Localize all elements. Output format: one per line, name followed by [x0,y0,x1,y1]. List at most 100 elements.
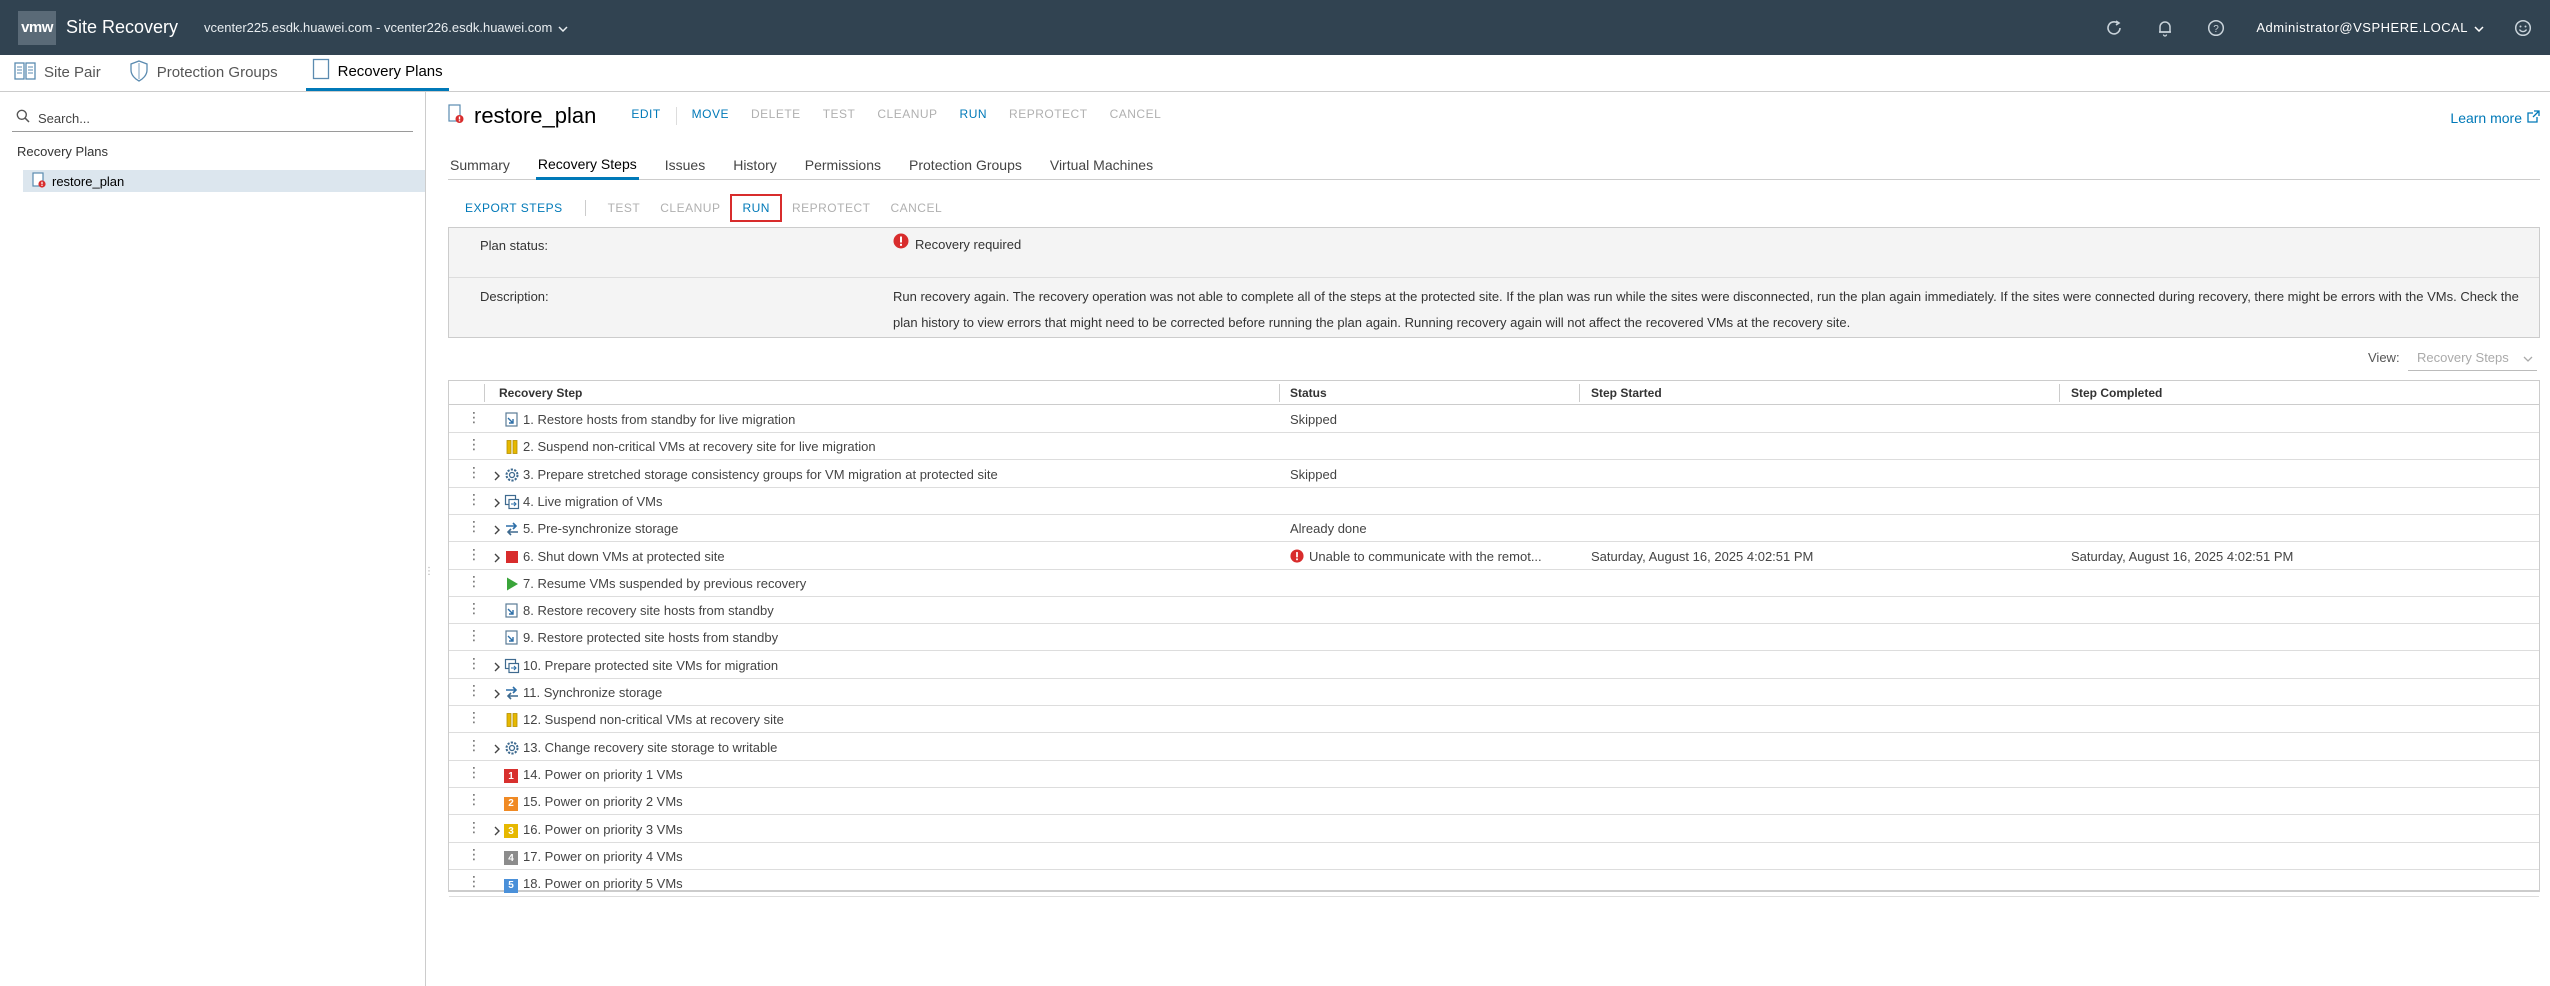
table-row[interactable]: ⋮ 13. Change recovery site storage to wri… [449,734,2539,761]
learn-more-link[interactable]: Learn more [2450,110,2540,126]
column-header-step-completed[interactable]: Step Completed [2071,381,2162,405]
reprotect-button[interactable]: REPROTECT [998,107,1099,125]
vcenter-pair-selector[interactable]: vcenter225.esdk.huawei.com - vcenter226.… [204,20,568,35]
table-row[interactable]: ⋮ 6. Shut down VMs at protected site Unabl… [449,543,2539,570]
table-row[interactable]: ⋮ 7. Resume VMs suspended by previous rec… [449,570,2539,597]
divider [1279,384,1280,402]
export-steps-button[interactable]: EXPORT STEPS [455,194,573,222]
tab-protection-groups[interactable]: Protection Groups [123,54,284,91]
user-menu[interactable]: Administrator@VSPHERE.LOCAL [2256,20,2484,35]
row-actions-menu-icon[interactable]: ⋮ [467,600,481,617]
tab-issues[interactable]: Issues [663,150,707,180]
row-actions-menu-icon[interactable]: ⋮ [467,518,481,535]
search-box [12,106,413,132]
tab-protection-groups[interactable]: Protection Groups [907,150,1024,180]
table-row[interactable]: ⋮ 5. Pre-synchronize storage Already done [449,515,2539,543]
delete-button[interactable]: DELETE [740,107,812,125]
tab-recovery-steps[interactable]: Recovery Steps [535,150,639,180]
row-actions-menu-icon[interactable]: ⋮ [467,709,481,726]
cleanup-button[interactable]: CLEANUP [866,107,948,125]
row-actions-menu-icon[interactable]: ⋮ [467,873,481,890]
table-row[interactable]: ⋮ 11. Synchronize storage [449,679,2539,706]
tab-summary[interactable]: Summary [448,150,512,180]
row-actions-menu-icon[interactable]: ⋮ [467,409,481,426]
expand-chevron-icon[interactable] [493,742,501,758]
bell-icon[interactable] [2154,17,2176,39]
test-button[interactable]: TEST [598,194,651,222]
column-header-step-started[interactable]: Step Started [1591,381,1662,405]
row-actions-menu-icon[interactable]: ⋮ [467,546,481,563]
step-name: 15. Power on priority 2 VMs [523,794,683,810]
tab-site-pair[interactable]: Site Pair [8,54,107,91]
row-actions-menu-icon[interactable]: ⋮ [467,737,481,754]
run-button[interactable]: RUN [949,107,999,125]
row-actions-menu-icon[interactable]: ⋮ [467,791,481,808]
vm-migrate-icon [504,494,520,510]
row-actions-menu-icon[interactable]: ⋮ [467,682,481,699]
expand-chevron-icon[interactable] [493,523,501,539]
table-row[interactable]: ⋮ 10. Prepare protected site VMs for migr… [449,652,2539,679]
expand-chevron-icon[interactable] [493,496,501,512]
play-icon [504,576,520,592]
table-row[interactable]: ⋮ 3 16. Power on priority 3 VMs [449,816,2539,843]
row-actions-menu-icon[interactable]: ⋮ [467,655,481,672]
panel-splitter[interactable]: ⋮ [424,560,434,582]
row-actions-menu-icon[interactable]: ⋮ [467,764,481,781]
step-name: 3. Prepare stretched storage consistency… [523,466,998,482]
row-actions-menu-icon[interactable]: ⋮ [467,627,481,644]
table-row[interactable]: ⋮ 9. Restore protected site hosts from st… [449,624,2539,652]
table-row[interactable]: ⋮ 1 14. Power on priority 1 VMs [449,761,2539,788]
expand-chevron-icon[interactable] [493,660,501,676]
row-actions-menu-icon[interactable]: ⋮ [467,464,481,481]
table-row[interactable]: ⋮ 4 17. Power on priority 4 VMs [449,843,2539,870]
expand-chevron-icon[interactable] [493,551,501,567]
expand-chevron-icon[interactable] [493,687,501,703]
column-header-recovery-step[interactable]: Recovery Step [499,381,582,405]
tree-item-restore-plan[interactable]: restore_plan [23,170,425,192]
table-row[interactable]: ⋮ 2. Suspend non-critical VMs at recovery… [449,433,2539,461]
cancel-button[interactable]: CANCEL [880,194,952,222]
test-button[interactable]: TEST [812,107,867,125]
table-row[interactable]: ⋮ 4. Live migration of VMs [449,488,2539,515]
cancel-button[interactable]: CANCEL [1099,107,1173,125]
row-actions-menu-icon[interactable]: ⋮ [467,491,481,508]
divider [2059,384,2060,402]
priority-number: 1 [504,769,518,784]
tab-history[interactable]: History [731,150,779,180]
row-actions-menu-icon[interactable]: ⋮ [467,573,481,590]
cleanup-button[interactable]: CLEANUP [650,194,730,222]
step-name: 14. Power on priority 1 VMs [523,766,683,782]
move-button[interactable]: MOVE [681,107,740,125]
table-row[interactable]: ⋮ 12. Suspend non-critical VMs at recover… [449,706,2539,734]
smiley-feedback-icon[interactable] [2512,17,2534,39]
table-row[interactable]: ⋮ 2 15. Power on priority 2 VMs [449,788,2539,816]
table-row[interactable]: ⋮ 1. Restore hosts from standby for live … [449,406,2539,433]
table-row[interactable]: ⋮ 5 18. Power on priority 5 VMs [449,870,2539,898]
row-actions-menu-icon[interactable]: ⋮ [467,846,481,863]
step-started: Saturday, August 16, 2025 4:02:51 PM [1591,548,1814,564]
run-button[interactable]: RUN [730,194,782,222]
expand-chevron-icon[interactable] [493,824,501,840]
step-name: 10. Prepare protected site VMs for migra… [523,657,779,673]
edit-button[interactable]: EDIT [620,107,671,125]
plan-header: restore_plan EDIT MOVE DELETE TEST CLEAN… [448,103,1172,129]
row-actions-menu-icon[interactable]: ⋮ [467,819,481,836]
refresh-icon[interactable] [2103,17,2125,39]
tab-recovery-plans[interactable]: Recovery Plans [305,54,449,91]
table-row[interactable]: ⋮ 8. Restore recovery site hosts from sta… [449,597,2539,625]
tab-permissions[interactable]: Permissions [803,150,883,180]
column-header-status[interactable]: Status [1290,381,1327,405]
row-actions-menu-icon[interactable]: ⋮ [467,436,481,453]
view-select[interactable]: Recovery Steps [2408,345,2537,371]
step-status: Skipped [1290,406,1337,433]
reprotect-button[interactable]: REPROTECT [782,194,881,222]
recovery-steps-grid: Recovery Step Status Step Started Step C… [448,380,2540,898]
search-input[interactable] [38,111,398,126]
help-icon[interactable]: ? [2205,17,2227,39]
chevron-down-icon [2523,350,2533,365]
divider [484,384,485,402]
recovery-plan-icon [312,58,330,84]
tab-virtual-machines[interactable]: Virtual Machines [1048,150,1155,180]
expand-chevron-icon[interactable] [493,469,501,485]
table-row[interactable]: ⋮ 3. Prepare stretched storage consistenc… [449,461,2539,488]
